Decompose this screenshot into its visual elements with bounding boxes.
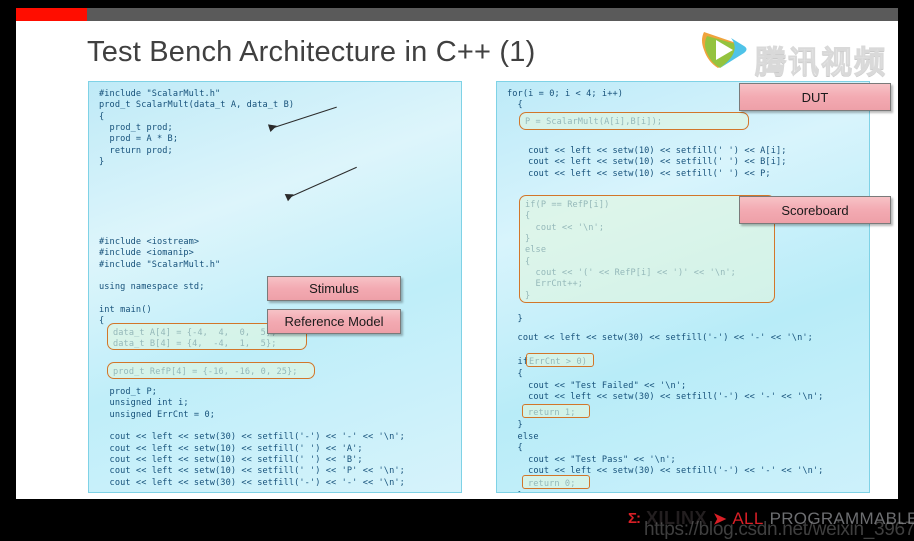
play-triangle-icon (702, 32, 747, 68)
code-print-values: cout << left << setw(10) << setfill(' ')… (528, 146, 787, 179)
code-fail-brace-open: { (507, 369, 523, 379)
tencent-video-logo: 腾讯视频 (698, 26, 898, 84)
csdn-watermark: https://blog.csdn.net/weixin_39673080 (644, 519, 914, 540)
code-main-body-header: prod_t P; unsigned int i; unsigned ErrCn… (109, 387, 405, 488)
video-progress-fill (16, 8, 87, 21)
highlight-scoreboard (519, 195, 775, 303)
code-fail-body: cout << "Test Failed" << '\n'; cout << l… (528, 381, 824, 403)
code-else-open: else { (517, 432, 539, 454)
video-player-stage: Test Bench Architecture in C++ (1) 腾讯视频 … (0, 0, 914, 540)
callout-reference-model: Reference Model (267, 309, 401, 334)
highlight-return-one (522, 404, 590, 418)
tencent-video-wordmark: 腾讯视频 (755, 45, 887, 81)
code-fail-brace-close: } (507, 420, 523, 430)
presentation-slide: Test Bench Architecture in C++ (1) 腾讯视频 … (16, 21, 914, 540)
testbench-main-panel: for(i = 0; i < 4; i++) { P = ScalarMult(… (496, 81, 870, 493)
code-scalarmult-function: #include "ScalarMult.h" prod_t ScalarMul… (99, 89, 295, 168)
callout-dut: DUT (739, 83, 891, 111)
code-separator-print: cout << left << setw(30) << setfill('-')… (507, 333, 813, 343)
highlight-errcnt-condition (526, 353, 594, 367)
xilinx-sigma-icon: Σ: (628, 510, 641, 527)
code-if-keyword: if (507, 357, 529, 367)
highlight-dut (519, 112, 749, 130)
code-for-loop-open: for(i = 0; i < 4; i++) { (507, 89, 624, 111)
page-title: Test Bench Architecture in C++ (1) (87, 36, 536, 68)
callout-stimulus: Stimulus (267, 276, 401, 301)
code-main-tail: } } (507, 491, 523, 492)
callout-scoreboard: Scoreboard (739, 196, 891, 224)
code-for-loop-close: } (507, 314, 523, 324)
highlight-reference-model (107, 362, 315, 379)
highlight-return-zero (522, 475, 590, 489)
video-progress-bar[interactable] (16, 8, 898, 21)
code-includes-main: #include <iostream> #include <iomanip> #… (99, 237, 221, 327)
